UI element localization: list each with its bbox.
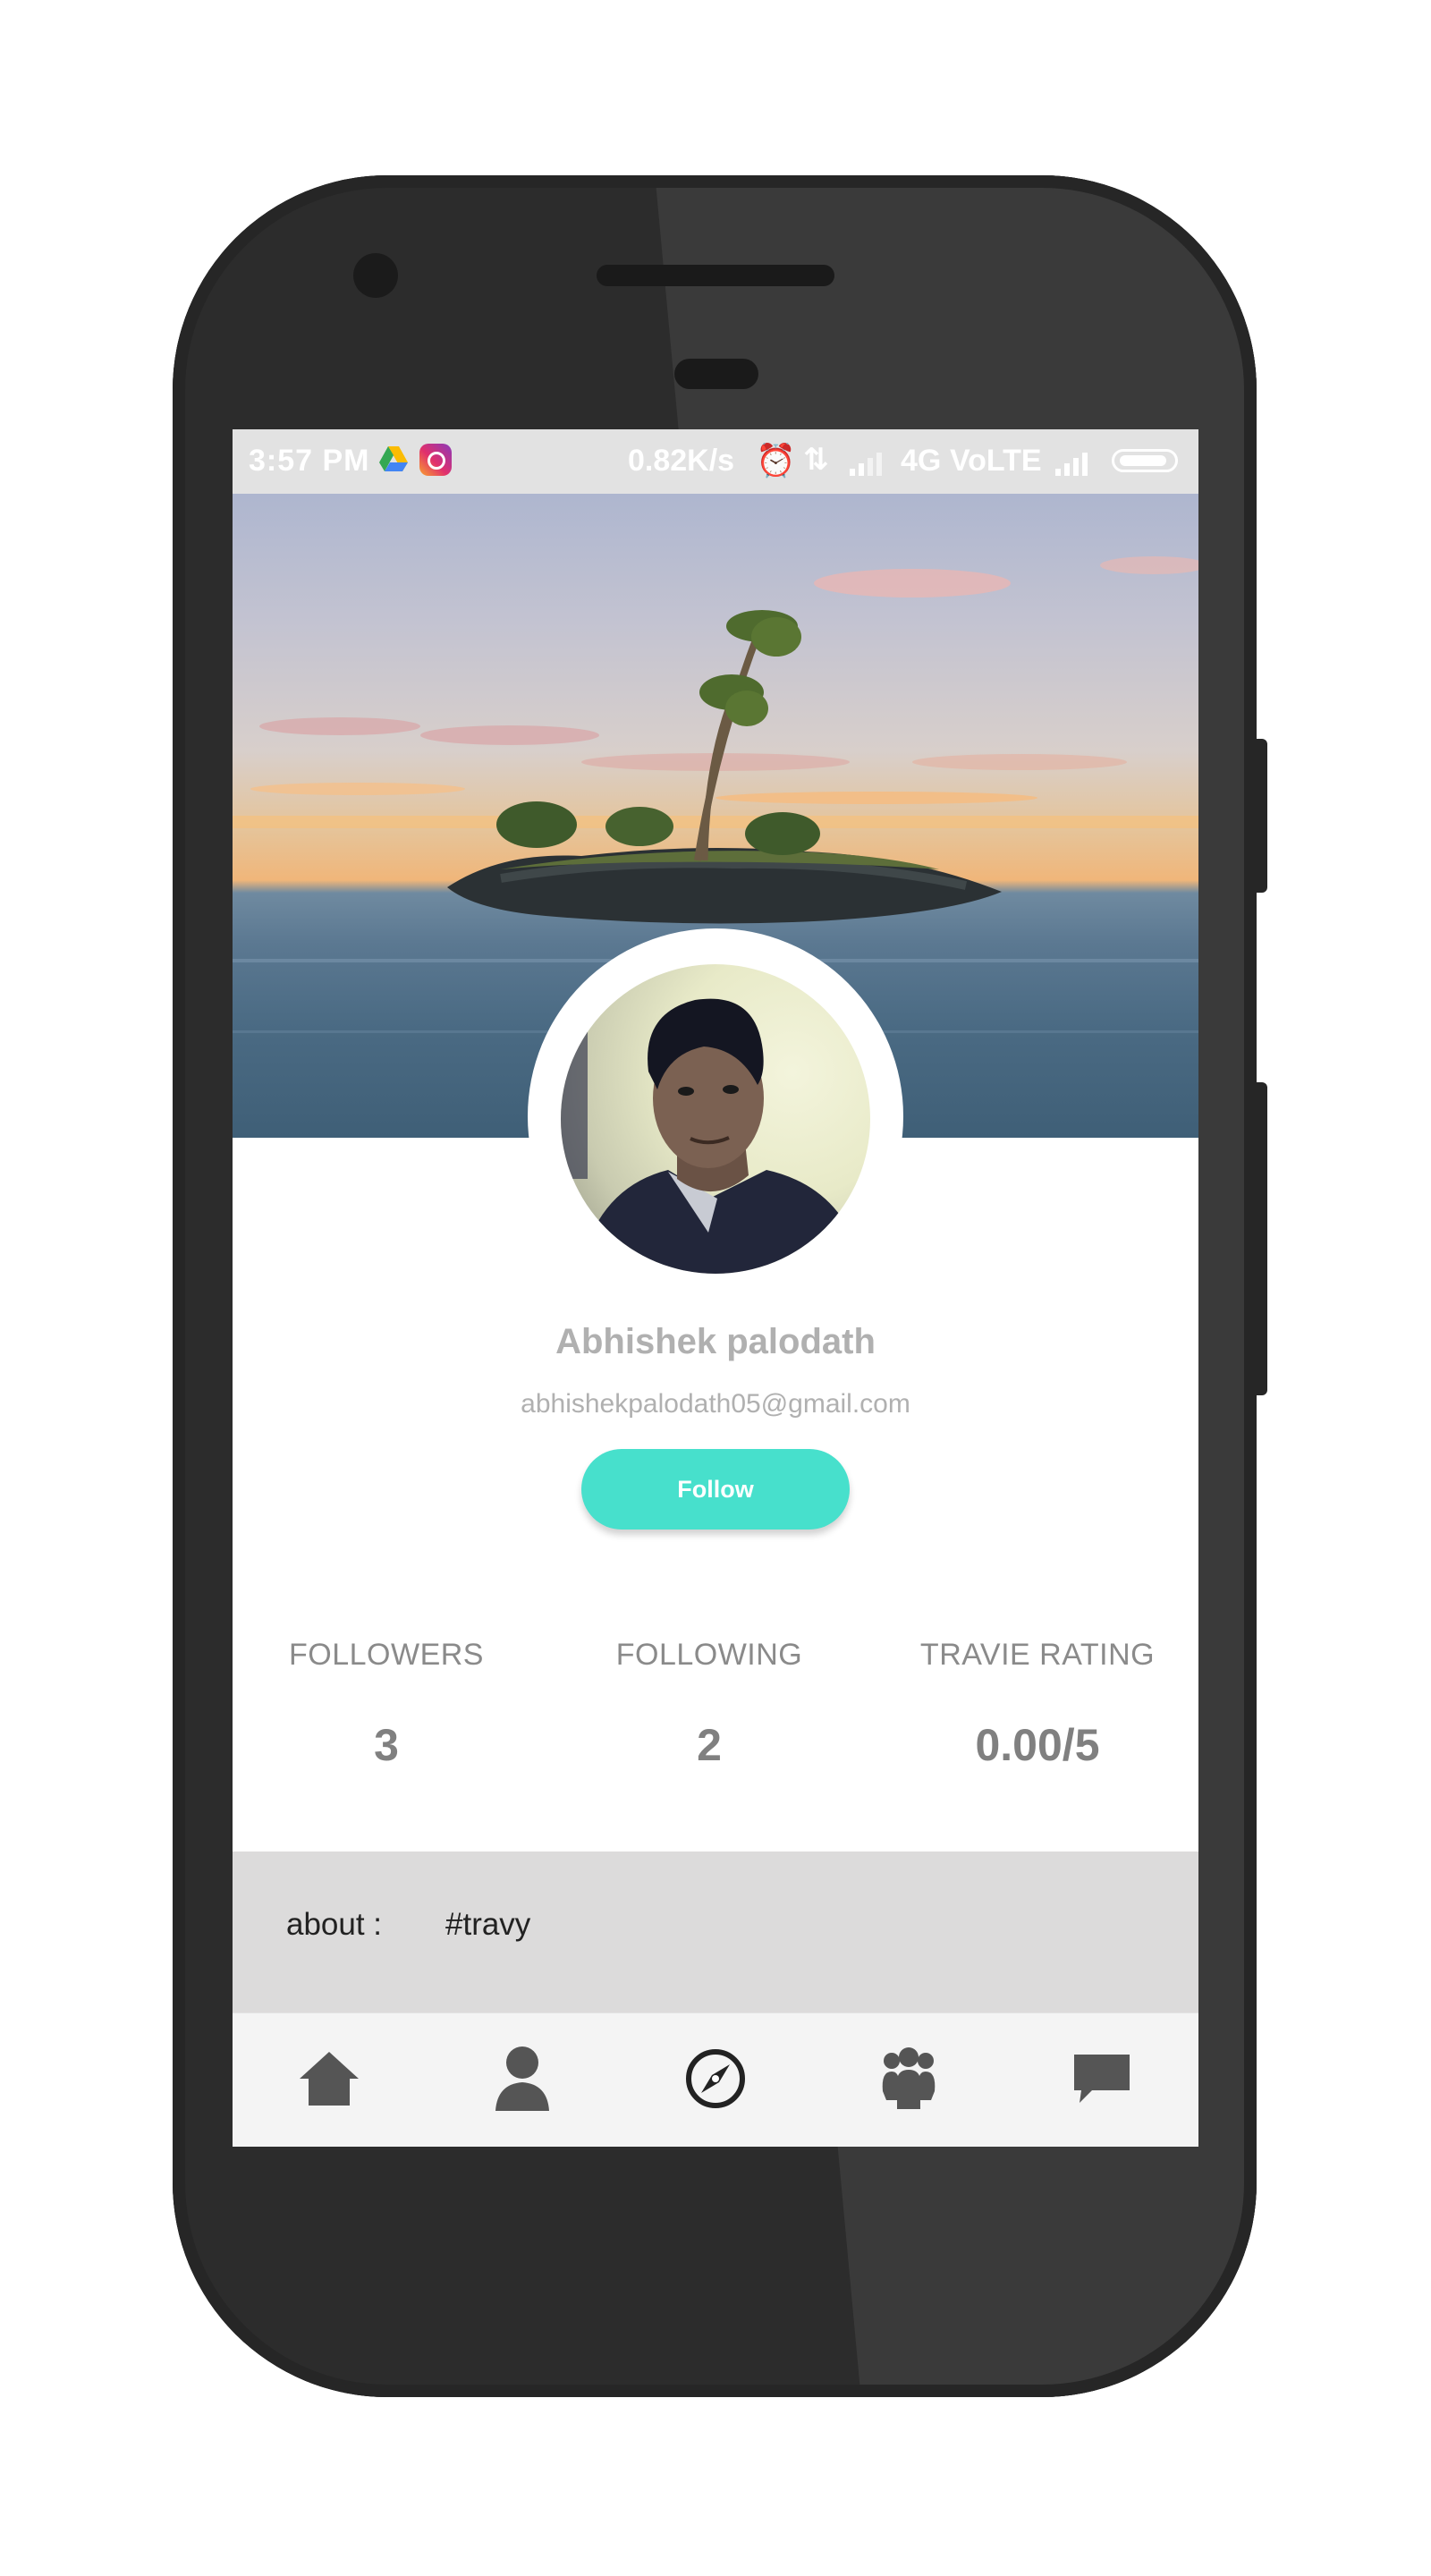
data-transfer-icon: ⇅: [803, 443, 829, 477]
battery-icon: [1112, 449, 1178, 472]
stat-value: 2: [697, 1720, 722, 1770]
network-type: 4G: [901, 444, 942, 478]
about-label: about :: [286, 1907, 383, 1942]
stat-travie-rating: TRAVIE RATING 0.00/5: [903, 1628, 1172, 1771]
earpiece-speaker: [597, 265, 834, 286]
alarm-icon: ⏰: [756, 442, 796, 479]
volume-button: [1257, 1082, 1267, 1395]
status-time: 3:57 PM: [249, 444, 370, 478]
explore-compass-icon[interactable]: [675, 2038, 756, 2119]
profile-email: abhishekpalodath05@gmail.com: [521, 1389, 910, 1419]
home-icon[interactable]: [289, 2038, 369, 2119]
about-value: #travy: [445, 1907, 531, 1942]
profile-icon[interactable]: [482, 2038, 563, 2119]
instagram-icon: [419, 444, 452, 476]
power-button: [1257, 739, 1267, 893]
follow-button[interactable]: Follow: [581, 1449, 850, 1530]
stat-label: TRAVIE RATING: [919, 1638, 1156, 1672]
stat-value: 0.00/5: [975, 1720, 1100, 1770]
signal-icon: [1054, 449, 1093, 484]
group-icon[interactable]: [868, 2038, 949, 2119]
about-section: about : #travy: [233, 1852, 1198, 2012]
proximity-sensor: [674, 359, 758, 389]
app-screen: 3:57 PM 0.82K/s ⏰ ⇅ 4G VoLTE Abhishek pa…: [233, 429, 1198, 2147]
signal-icon: [848, 449, 887, 484]
chat-icon[interactable]: [1062, 2038, 1142, 2119]
stats-row: FOLLOWERS 3 FOLLOWING 2 TRAVIE RATING 0.…: [233, 1628, 1198, 1825]
front-camera: [353, 253, 398, 298]
stat-value: 3: [374, 1720, 399, 1770]
bottom-navigation: [233, 2012, 1198, 2147]
volte-label: VoLTE: [950, 444, 1042, 478]
stat-label: FOLLOWING: [615, 1638, 803, 1672]
drive-icon: [378, 445, 409, 480]
profile-name: Abhishek palodath: [555, 1322, 876, 1361]
network-speed: 0.82K/s: [628, 444, 735, 478]
status-bar: 3:57 PM 0.82K/s ⏰ ⇅ 4G VoLTE: [233, 429, 1198, 494]
stat-followers[interactable]: FOLLOWERS 3: [252, 1628, 521, 1771]
avatar[interactable]: [561, 964, 870, 1274]
stat-following[interactable]: FOLLOWING 2: [575, 1628, 843, 1771]
stat-label: FOLLOWERS: [289, 1638, 484, 1672]
